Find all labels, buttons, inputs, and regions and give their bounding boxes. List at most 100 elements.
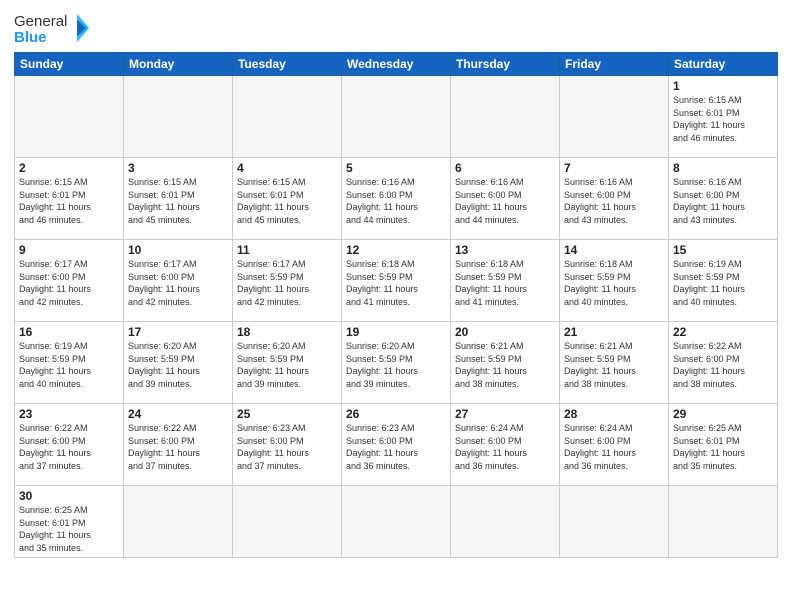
- calendar-table: SundayMondayTuesdayWednesdayThursdayFrid…: [14, 52, 778, 558]
- calendar-cell: 15Sunrise: 6:19 AM Sunset: 5:59 PM Dayli…: [669, 240, 778, 322]
- calendar-dow-saturday: Saturday: [669, 53, 778, 76]
- calendar-cell: 25Sunrise: 6:23 AM Sunset: 6:00 PM Dayli…: [233, 404, 342, 486]
- day-number: 3: [128, 161, 228, 175]
- calendar-dow-tuesday: Tuesday: [233, 53, 342, 76]
- day-number: 23: [19, 407, 119, 421]
- day-info: Sunrise: 6:17 AM Sunset: 5:59 PM Dayligh…: [237, 258, 337, 308]
- day-info: Sunrise: 6:24 AM Sunset: 6:00 PM Dayligh…: [455, 422, 555, 472]
- calendar-cell: 1Sunrise: 6:15 AM Sunset: 6:01 PM Daylig…: [669, 76, 778, 158]
- calendar-cell: 23Sunrise: 6:22 AM Sunset: 6:00 PM Dayli…: [15, 404, 124, 486]
- day-number: 7: [564, 161, 664, 175]
- day-number: 25: [237, 407, 337, 421]
- calendar-cell: 12Sunrise: 6:18 AM Sunset: 5:59 PM Dayli…: [342, 240, 451, 322]
- day-number: 19: [346, 325, 446, 339]
- page: GeneralBlue SundayMondayTuesdayWednesday…: [0, 0, 792, 612]
- day-number: 30: [19, 489, 119, 503]
- day-number: 14: [564, 243, 664, 257]
- calendar-week-row: 23Sunrise: 6:22 AM Sunset: 6:00 PM Dayli…: [15, 404, 778, 486]
- calendar-cell: [451, 486, 560, 558]
- calendar-cell: 24Sunrise: 6:22 AM Sunset: 6:00 PM Dayli…: [124, 404, 233, 486]
- svg-text:Blue: Blue: [14, 29, 47, 46]
- calendar-week-row: 2Sunrise: 6:15 AM Sunset: 6:01 PM Daylig…: [15, 158, 778, 240]
- day-info: Sunrise: 6:17 AM Sunset: 6:00 PM Dayligh…: [19, 258, 119, 308]
- day-number: 13: [455, 243, 555, 257]
- calendar-cell: 26Sunrise: 6:23 AM Sunset: 6:00 PM Dayli…: [342, 404, 451, 486]
- day-number: 21: [564, 325, 664, 339]
- day-info: Sunrise: 6:16 AM Sunset: 6:00 PM Dayligh…: [673, 176, 773, 226]
- calendar-cell: 16Sunrise: 6:19 AM Sunset: 5:59 PM Dayli…: [15, 322, 124, 404]
- calendar-cell: [233, 76, 342, 158]
- calendar-cell: 17Sunrise: 6:20 AM Sunset: 5:59 PM Dayli…: [124, 322, 233, 404]
- day-info: Sunrise: 6:15 AM Sunset: 6:01 PM Dayligh…: [19, 176, 119, 226]
- calendar-cell: [233, 486, 342, 558]
- day-info: Sunrise: 6:16 AM Sunset: 6:00 PM Dayligh…: [346, 176, 446, 226]
- calendar-cell: 21Sunrise: 6:21 AM Sunset: 5:59 PM Dayli…: [560, 322, 669, 404]
- calendar-week-row: 16Sunrise: 6:19 AM Sunset: 5:59 PM Dayli…: [15, 322, 778, 404]
- day-info: Sunrise: 6:19 AM Sunset: 5:59 PM Dayligh…: [673, 258, 773, 308]
- calendar-cell: 20Sunrise: 6:21 AM Sunset: 5:59 PM Dayli…: [451, 322, 560, 404]
- day-number: 22: [673, 325, 773, 339]
- calendar-cell: [669, 486, 778, 558]
- day-number: 26: [346, 407, 446, 421]
- day-info: Sunrise: 6:24 AM Sunset: 6:00 PM Dayligh…: [564, 422, 664, 472]
- calendar-cell: 28Sunrise: 6:24 AM Sunset: 6:00 PM Dayli…: [560, 404, 669, 486]
- svg-text:General: General: [14, 13, 67, 30]
- calendar-dow-friday: Friday: [560, 53, 669, 76]
- day-number: 10: [128, 243, 228, 257]
- calendar-cell: 27Sunrise: 6:24 AM Sunset: 6:00 PM Dayli…: [451, 404, 560, 486]
- day-info: Sunrise: 6:19 AM Sunset: 5:59 PM Dayligh…: [19, 340, 119, 390]
- calendar-week-row: 1Sunrise: 6:15 AM Sunset: 6:01 PM Daylig…: [15, 76, 778, 158]
- day-info: Sunrise: 6:23 AM Sunset: 6:00 PM Dayligh…: [346, 422, 446, 472]
- calendar-dow-thursday: Thursday: [451, 53, 560, 76]
- day-info: Sunrise: 6:20 AM Sunset: 5:59 PM Dayligh…: [237, 340, 337, 390]
- day-info: Sunrise: 6:23 AM Sunset: 6:00 PM Dayligh…: [237, 422, 337, 472]
- calendar-cell: [124, 76, 233, 158]
- calendar-cell: [560, 486, 669, 558]
- day-info: Sunrise: 6:17 AM Sunset: 6:00 PM Dayligh…: [128, 258, 228, 308]
- day-info: Sunrise: 6:18 AM Sunset: 5:59 PM Dayligh…: [346, 258, 446, 308]
- calendar-header-row: SundayMondayTuesdayWednesdayThursdayFrid…: [15, 53, 778, 76]
- calendar-cell: 8Sunrise: 6:16 AM Sunset: 6:00 PM Daylig…: [669, 158, 778, 240]
- day-info: Sunrise: 6:22 AM Sunset: 6:00 PM Dayligh…: [19, 422, 119, 472]
- day-number: 20: [455, 325, 555, 339]
- calendar-cell: [451, 76, 560, 158]
- day-info: Sunrise: 6:21 AM Sunset: 5:59 PM Dayligh…: [564, 340, 664, 390]
- day-info: Sunrise: 6:20 AM Sunset: 5:59 PM Dayligh…: [346, 340, 446, 390]
- calendar-cell: 11Sunrise: 6:17 AM Sunset: 5:59 PM Dayli…: [233, 240, 342, 322]
- calendar-cell: 29Sunrise: 6:25 AM Sunset: 6:01 PM Dayli…: [669, 404, 778, 486]
- calendar-cell: [560, 76, 669, 158]
- calendar-cell: 13Sunrise: 6:18 AM Sunset: 5:59 PM Dayli…: [451, 240, 560, 322]
- calendar-cell: 14Sunrise: 6:18 AM Sunset: 5:59 PM Dayli…: [560, 240, 669, 322]
- day-info: Sunrise: 6:20 AM Sunset: 5:59 PM Dayligh…: [128, 340, 228, 390]
- day-number: 2: [19, 161, 119, 175]
- day-number: 8: [673, 161, 773, 175]
- day-number: 29: [673, 407, 773, 421]
- day-info: Sunrise: 6:15 AM Sunset: 6:01 PM Dayligh…: [673, 94, 773, 144]
- day-info: Sunrise: 6:22 AM Sunset: 6:00 PM Dayligh…: [673, 340, 773, 390]
- day-number: 5: [346, 161, 446, 175]
- day-info: Sunrise: 6:21 AM Sunset: 5:59 PM Dayligh…: [455, 340, 555, 390]
- day-number: 15: [673, 243, 773, 257]
- day-info: Sunrise: 6:25 AM Sunset: 6:01 PM Dayligh…: [19, 504, 119, 554]
- calendar-cell: 3Sunrise: 6:15 AM Sunset: 6:01 PM Daylig…: [124, 158, 233, 240]
- day-info: Sunrise: 6:15 AM Sunset: 6:01 PM Dayligh…: [128, 176, 228, 226]
- calendar-cell: 4Sunrise: 6:15 AM Sunset: 6:01 PM Daylig…: [233, 158, 342, 240]
- day-info: Sunrise: 6:15 AM Sunset: 6:01 PM Dayligh…: [237, 176, 337, 226]
- calendar-cell: [342, 486, 451, 558]
- calendar-dow-sunday: Sunday: [15, 53, 124, 76]
- calendar-dow-wednesday: Wednesday: [342, 53, 451, 76]
- calendar-cell: [342, 76, 451, 158]
- day-number: 4: [237, 161, 337, 175]
- day-number: 27: [455, 407, 555, 421]
- day-number: 6: [455, 161, 555, 175]
- day-number: 1: [673, 79, 773, 93]
- day-info: Sunrise: 6:22 AM Sunset: 6:00 PM Dayligh…: [128, 422, 228, 472]
- day-number: 28: [564, 407, 664, 421]
- calendar-week-row: 30Sunrise: 6:25 AM Sunset: 6:01 PM Dayli…: [15, 486, 778, 558]
- logo: GeneralBlue: [14, 10, 94, 46]
- day-number: 9: [19, 243, 119, 257]
- day-info: Sunrise: 6:18 AM Sunset: 5:59 PM Dayligh…: [564, 258, 664, 308]
- day-number: 12: [346, 243, 446, 257]
- day-number: 11: [237, 243, 337, 257]
- day-info: Sunrise: 6:16 AM Sunset: 6:00 PM Dayligh…: [455, 176, 555, 226]
